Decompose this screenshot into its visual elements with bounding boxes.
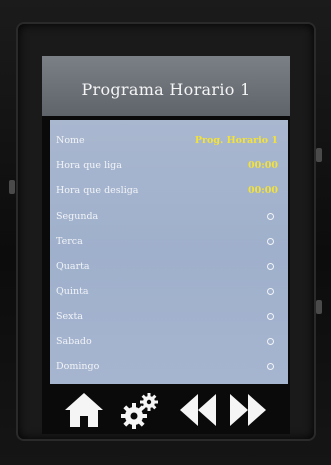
day-row-sexta[interactable]: Sexta [50, 304, 288, 328]
day-row-quinta[interactable]: Quinta [50, 279, 288, 303]
day-row-segunda[interactable]: Segunda [50, 204, 288, 228]
title-bar: Programa Horario 1 [42, 56, 290, 116]
day-label: Segunda [56, 210, 99, 222]
on-time-value[interactable]: 00:00 [248, 160, 278, 171]
home-button[interactable] [62, 390, 106, 430]
housing-clip [316, 148, 322, 162]
day-label: Domingo [56, 360, 100, 372]
off-time-value[interactable]: 00:00 [248, 185, 278, 196]
touch-screen: Programa Horario 1 Nome Prog. Horario 1 … [42, 56, 290, 434]
day-radio[interactable] [267, 287, 274, 295]
day-label: Sabado [56, 335, 92, 347]
on-time-row[interactable]: Hora que liga 00:00 [50, 153, 288, 177]
day-label: Terca [56, 235, 83, 247]
day-row-terca[interactable]: Terca [50, 229, 288, 253]
day-radio[interactable] [267, 212, 274, 220]
device-housing: Programa Horario 1 Nome Prog. Horario 1 … [0, 0, 331, 465]
housing-clip [316, 300, 322, 314]
name-value[interactable]: Prog. Horario 1 [195, 135, 278, 146]
on-time-label: Hora que liga [56, 159, 122, 171]
day-radio[interactable] [267, 337, 274, 345]
previous-button[interactable] [176, 390, 220, 430]
day-radio[interactable] [267, 362, 274, 370]
day-row-domingo[interactable]: Domingo [50, 354, 288, 378]
day-radio[interactable] [267, 312, 274, 320]
double-left-arrow-icon [180, 394, 216, 426]
day-row-sabado[interactable]: Sabado [50, 329, 288, 353]
housing-clip [9, 180, 15, 194]
next-button[interactable] [226, 390, 270, 430]
bottom-toolbar [42, 386, 290, 434]
settings-button[interactable] [118, 390, 162, 430]
day-label: Sexta [56, 310, 83, 322]
double-right-arrow-icon [230, 394, 266, 426]
name-label: Nome [56, 134, 85, 146]
day-row-quarta[interactable]: Quarta [50, 254, 288, 278]
day-radio[interactable] [267, 237, 274, 245]
page-title: Programa Horario 1 [81, 79, 251, 99]
off-time-label: Hora que desliga [56, 184, 139, 196]
name-row[interactable]: Nome Prog. Horario 1 [50, 128, 288, 152]
day-label: Quinta [56, 285, 89, 297]
home-icon [65, 393, 103, 427]
gears-icon [121, 393, 158, 429]
settings-list: Nome Prog. Horario 1 Hora que liga 00:00… [50, 120, 288, 384]
day-label: Quarta [56, 260, 90, 272]
off-time-row[interactable]: Hora que desliga 00:00 [50, 178, 288, 202]
day-radio[interactable] [267, 262, 274, 270]
